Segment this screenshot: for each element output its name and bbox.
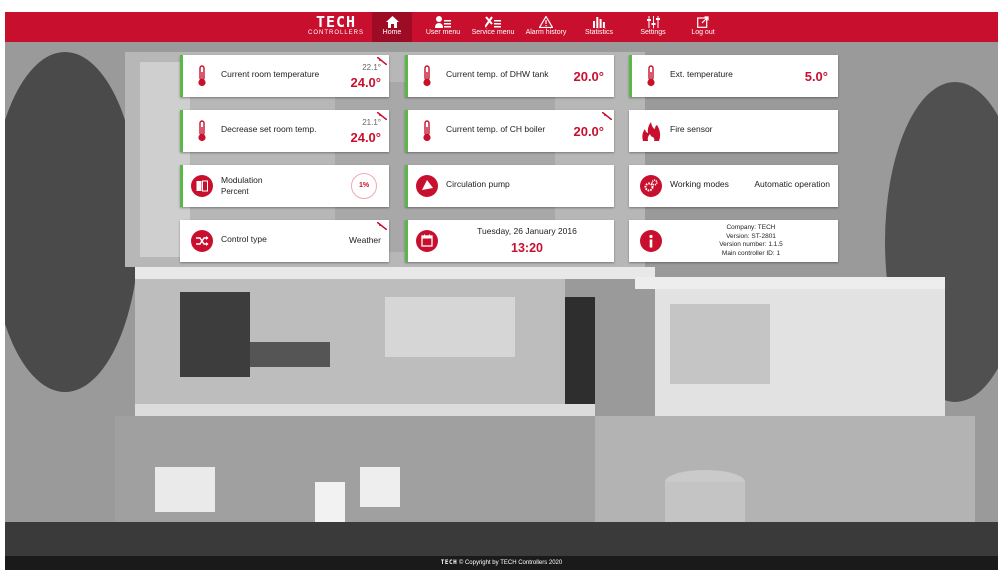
current-time: 13:20 bbox=[511, 241, 543, 255]
logout-icon bbox=[697, 16, 709, 28]
thermometer-icon bbox=[647, 65, 655, 87]
device-info-text: Company: TECH Version: ST-2801 Version n… bbox=[672, 224, 830, 258]
tile-modulation-label: Modulation bbox=[221, 175, 263, 185]
nav-alarm-history-label: Alarm history bbox=[525, 29, 567, 36]
modulation-icon bbox=[191, 175, 213, 197]
thermometer-icon bbox=[198, 65, 206, 87]
thermometer-icon bbox=[198, 120, 206, 142]
footer: TECH © Copyright by TECH Controllers 202… bbox=[5, 556, 998, 570]
dhw-temp-value: 20.0° bbox=[573, 69, 604, 84]
user-menu-icon bbox=[435, 16, 451, 28]
edit-flag-icon bbox=[377, 57, 387, 65]
footer-copyright: © Copyright by TECH Controllers 2020 bbox=[458, 560, 563, 566]
tile-date-time[interactable]: Tuesday, 26 January 2016 13:20 bbox=[405, 220, 614, 262]
nav-statistics[interactable]: Statistics bbox=[578, 12, 620, 42]
tile-working-modes-label: Working modes bbox=[670, 179, 729, 189]
nav-service-menu[interactable]: Service menu bbox=[467, 12, 519, 42]
control-type-value: Weather bbox=[349, 235, 381, 245]
nav-log-out-label: Log out bbox=[691, 29, 715, 36]
tile-ch-boiler[interactable]: Current temp. of CH boiler 20.0° bbox=[405, 110, 614, 152]
tile-control-type[interactable]: Control type Weather bbox=[180, 220, 389, 262]
tile-ch-boiler-label: Current temp. of CH boiler bbox=[446, 124, 546, 134]
fire-icon bbox=[642, 122, 661, 141]
tile-control-type-label: Control type bbox=[221, 234, 267, 244]
info-company: Company: TECH bbox=[726, 224, 776, 231]
working-mode-value: Automatic operation bbox=[754, 179, 830, 189]
home-icon bbox=[385, 16, 399, 28]
thermometer-icon bbox=[423, 65, 431, 87]
service-menu-icon bbox=[485, 16, 501, 28]
info-version: Version: ST-2801 bbox=[726, 232, 776, 240]
tile-circulation-pump[interactable]: Circulation pump bbox=[405, 165, 614, 207]
tile-ext-temperature-label: Ext. temperature bbox=[670, 69, 733, 79]
nav-home[interactable]: Home bbox=[372, 12, 412, 42]
tile-modulation[interactable]: Modulation Percent 1% bbox=[180, 165, 389, 207]
gears-icon bbox=[640, 175, 662, 197]
nav-settings-label: Settings bbox=[640, 29, 666, 36]
tile-room-temperature[interactable]: Current room temperature 22.1° 24.0° bbox=[180, 55, 389, 97]
settings-icon bbox=[646, 16, 660, 28]
tile-working-modes[interactable]: Working modes Automatic operation bbox=[629, 165, 838, 207]
edit-flag-icon bbox=[377, 222, 387, 230]
tile-circulation-pump-label: Circulation pump bbox=[446, 179, 510, 189]
tile-dhw-tank-label: Current temp. of DHW tank bbox=[446, 69, 549, 79]
edit-flag-icon bbox=[377, 112, 387, 120]
statistics-icon bbox=[593, 17, 605, 28]
pump-icon bbox=[416, 175, 438, 197]
nav-home-label: Home bbox=[382, 29, 402, 36]
nav-statistics-label: Statistics bbox=[584, 29, 613, 36]
nav-user-menu-label: User menu bbox=[425, 29, 461, 36]
nav-service-menu-label: Service menu bbox=[471, 29, 515, 36]
brand-logo: TECH CONTROLLERS bbox=[305, 14, 367, 40]
modulation-percent: 1% bbox=[351, 173, 377, 199]
tile-fire-sensor[interactable]: Fire sensor bbox=[629, 110, 838, 152]
footer-brand: TECH bbox=[440, 559, 458, 566]
tile-fire-sensor-label: Fire sensor bbox=[670, 124, 713, 134]
tile-decrease-set-temp-label: Decrease set room temp. bbox=[221, 124, 317, 134]
current-date: Tuesday, 26 January 2016 bbox=[477, 226, 577, 236]
tile-room-temperature-label: Current room temperature bbox=[221, 69, 320, 79]
app-frame: TECH CONTROLLERS Home User menu Service … bbox=[0, 0, 1000, 570]
thermometer-icon bbox=[423, 120, 431, 142]
nav-user-menu[interactable]: User menu bbox=[419, 12, 467, 42]
tile-dhw-tank[interactable]: Current temp. of DHW tank 20.0° bbox=[405, 55, 614, 97]
edit-flag-icon bbox=[602, 112, 612, 120]
nav-settings[interactable]: Settings bbox=[631, 12, 675, 42]
nav-alarm-history[interactable]: Alarm history bbox=[519, 12, 573, 42]
info-icon bbox=[640, 230, 662, 252]
top-nav: TECH CONTROLLERS Home User menu Service … bbox=[5, 12, 998, 42]
brand-sub: CONTROLLERS bbox=[307, 30, 364, 36]
info-controller-id: Main controller ID: 1 bbox=[721, 249, 781, 257]
tile-ext-temperature[interactable]: Ext. temperature 5.0° bbox=[629, 55, 838, 97]
tile-decrease-set-temp[interactable]: Decrease set room temp. 21.1° 24.0° bbox=[180, 110, 389, 152]
room-temp-value: 24.0° bbox=[350, 75, 381, 90]
calendar-icon bbox=[416, 230, 438, 252]
decrease-temp-value: 24.0° bbox=[350, 130, 381, 145]
ext-temp-value: 5.0° bbox=[804, 69, 828, 84]
tile-modulation-sub: Percent bbox=[221, 187, 249, 196]
brand-name: TECH bbox=[315, 13, 357, 31]
alarm-icon bbox=[539, 16, 553, 28]
nav-log-out[interactable]: Log out bbox=[683, 12, 723, 42]
shuffle-icon bbox=[191, 230, 213, 252]
ch-boiler-temp-value: 20.0° bbox=[573, 124, 604, 139]
tile-device-info[interactable]: Company: TECH Version: ST-2801 Version n… bbox=[629, 220, 838, 262]
info-version-number: Version number: 1.1.5 bbox=[719, 241, 783, 248]
